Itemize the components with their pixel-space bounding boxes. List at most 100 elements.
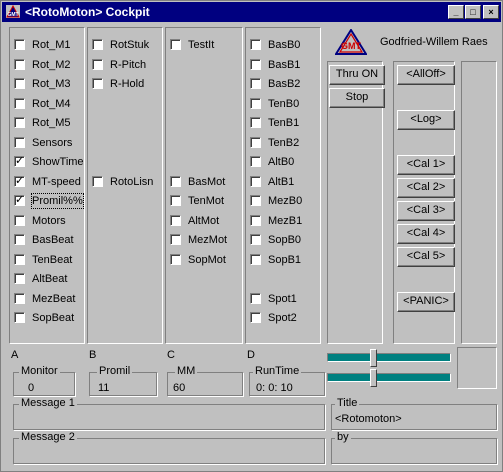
checkbox-label: BasBeat [32, 234, 74, 246]
checkbox-box[interactable] [14, 98, 25, 109]
checkbox-box[interactable] [92, 39, 103, 50]
checkbox-box[interactable] [92, 78, 103, 89]
checkbox-label: AltBeat [32, 273, 68, 285]
side-panel [461, 61, 497, 344]
checkbox-label: SopB1 [268, 254, 302, 266]
mm-value: 60 [173, 382, 186, 394]
checkbox-label: BasB0 [268, 39, 301, 51]
checkbox-box[interactable] [250, 215, 261, 226]
promil-label: Promil [97, 365, 133, 377]
checkbox-box[interactable] [14, 215, 25, 226]
close-button[interactable]: × [483, 5, 499, 19]
title-bar[interactable]: GMT <RotoMoton> Cockpit _ □ × [2, 2, 501, 22]
checkbox-box[interactable] [250, 195, 261, 206]
checkbox-box[interactable] [14, 117, 25, 128]
checkbox-box[interactable] [14, 273, 25, 284]
checkbox-label: TestIt [188, 39, 215, 51]
checkbox-box[interactable]: ✓ [14, 175, 25, 187]
checkbox-box[interactable] [250, 78, 261, 89]
checkbox-label: MezB0 [268, 195, 303, 207]
checkbox-label: AltMot [188, 215, 220, 227]
checkbox-box[interactable] [92, 176, 103, 187]
checkbox-box[interactable] [14, 137, 25, 148]
checkbox-box[interactable]: ✓ [14, 155, 25, 167]
cal-3-button[interactable]: <Cal 3> [397, 201, 455, 221]
promil-value: 11 [98, 382, 110, 394]
checkbox-box[interactable] [250, 312, 261, 323]
checkbox-box[interactable] [250, 117, 261, 128]
slider-2-track [327, 373, 451, 382]
cal-4-button[interactable]: <Cal 4> [397, 224, 455, 244]
checkbox-box[interactable] [14, 312, 25, 323]
slider-2[interactable] [327, 369, 451, 387]
checkbox-box[interactable] [170, 215, 181, 226]
slider-1[interactable] [327, 349, 451, 367]
checkbox-label: SopMot [188, 254, 226, 266]
checkbox-label: TenBeat [32, 254, 73, 266]
checkbox-label: Rot_M4 [32, 98, 71, 110]
checkbox-label: TenMot [188, 195, 225, 207]
checkbox-label: Rot_M5 [32, 117, 71, 129]
stop-button[interactable]: Stop [329, 88, 385, 108]
by-box [331, 438, 497, 464]
checkbox-label: Rot_M3 [32, 78, 71, 90]
checkbox-label: AltB0 [268, 156, 295, 168]
checkbox-box[interactable] [14, 293, 25, 304]
checkbox-box[interactable] [250, 254, 261, 265]
monitor-label: Monitor [19, 365, 60, 377]
title-label: Title [335, 397, 360, 409]
maximize-button[interactable]: □ [465, 5, 481, 19]
checkbox-label: MT-speed [32, 176, 81, 188]
checkbox-box[interactable] [170, 254, 181, 265]
checkbox-label: MezMot [188, 234, 228, 246]
checkbox-box[interactable] [250, 39, 261, 50]
checkmark-icon: ✓ [15, 155, 25, 167]
checkbox-box[interactable] [14, 254, 25, 265]
window-title: <RotoMoton> Cockpit [25, 5, 150, 19]
slider-2-thumb[interactable] [370, 369, 377, 387]
checkbox-label: R-Pitch [110, 59, 147, 71]
checkbox-box[interactable] [170, 234, 181, 245]
checkbox-label: TenB2 [268, 137, 300, 149]
checkbox-box[interactable] [92, 59, 103, 70]
checkbox-label: Rot_M2 [32, 59, 71, 71]
svg-text:GMT: GMT [7, 12, 18, 18]
cal-2-button[interactable]: <Cal 2> [397, 178, 455, 198]
checkbox-box[interactable] [170, 176, 181, 187]
minimize-button[interactable]: _ [448, 5, 464, 19]
checkbox-label: SopBeat [32, 312, 75, 324]
checkbox-label: MezBeat [32, 293, 76, 305]
cal-1-button[interactable]: <Cal 1> [397, 155, 455, 175]
checkbox-box[interactable] [170, 39, 181, 50]
checkbox-box[interactable] [250, 176, 261, 187]
slider-1-track [327, 353, 451, 362]
checkbox-box[interactable] [14, 78, 25, 89]
slider-side-box [457, 347, 497, 389]
checkbox-box[interactable] [250, 98, 261, 109]
checkbox-box[interactable] [14, 59, 25, 70]
log-button[interactable]: <Log> [397, 110, 455, 130]
checkbox-label: BasB2 [268, 78, 301, 90]
mm-label: MM [175, 365, 198, 377]
checkbox-box[interactable] [250, 156, 261, 167]
checkbox-box[interactable] [14, 234, 25, 245]
checkbox-box[interactable] [250, 137, 261, 148]
slider-1-thumb[interactable] [370, 349, 377, 367]
cal-5-button[interactable]: <Cal 5> [397, 247, 455, 267]
checkbox-label: SopB0 [268, 234, 302, 246]
checkbox-label: R-Hold [110, 78, 145, 90]
checkbox-label: Spot1 [268, 293, 297, 305]
monitor-value: 0 [28, 382, 35, 394]
panic-button[interactable]: <PANIC> [397, 292, 455, 312]
runtime-value: 0: 0: 10 [256, 382, 293, 394]
thru-on-button[interactable]: Thru ON [329, 65, 385, 85]
checkbox-label: BasMot [188, 176, 226, 188]
checkbox-label: TenB0 [268, 98, 300, 110]
checkbox-box[interactable] [250, 59, 261, 70]
checkbox-box[interactable]: ✓ [14, 194, 25, 206]
checkbox-box[interactable] [14, 39, 25, 50]
checkbox-box[interactable] [250, 293, 261, 304]
all-off-button[interactable]: <AllOff> [397, 65, 455, 85]
checkbox-box[interactable] [250, 234, 261, 245]
checkbox-box[interactable] [170, 195, 181, 206]
